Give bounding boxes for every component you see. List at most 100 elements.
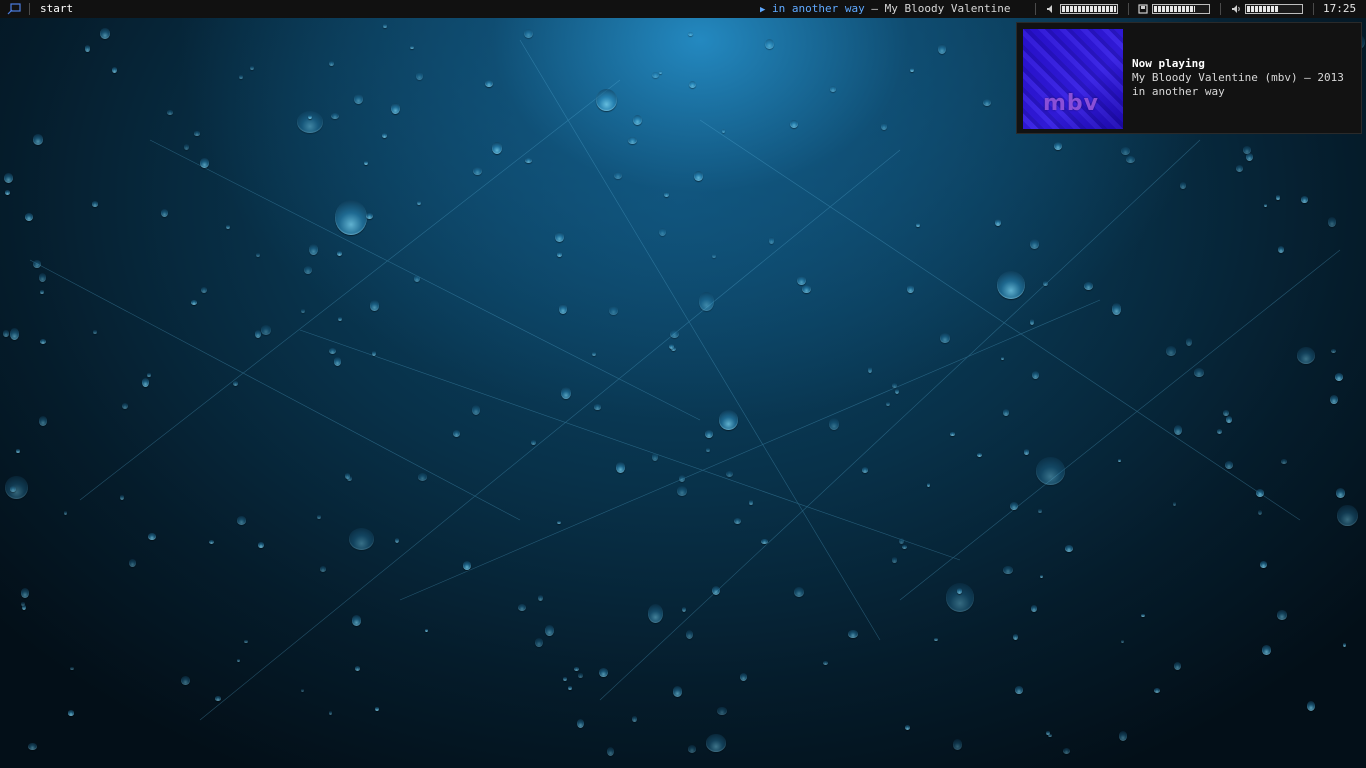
- raindrop: [28, 743, 37, 751]
- raindrop: [1276, 195, 1280, 200]
- raindrop: [1003, 409, 1009, 416]
- raindrop: [561, 387, 571, 400]
- raindrop: [1262, 645, 1271, 655]
- speaker-level-bar: [1060, 4, 1118, 14]
- raindrop: [1264, 204, 1268, 207]
- raindrop: [347, 476, 352, 481]
- raindrop: [1236, 165, 1243, 172]
- now-playing-widget[interactable]: ▶ in another way – My Bloody Valentine: [760, 0, 1010, 19]
- raindrop: [92, 201, 98, 207]
- raindrop: [1297, 347, 1315, 364]
- raindrop: [616, 462, 626, 473]
- raindrop: [167, 110, 173, 116]
- raindrop: [892, 557, 897, 563]
- raindrop: [712, 254, 717, 258]
- raindrop: [352, 615, 362, 626]
- raindrop: [916, 223, 921, 227]
- raindrop: [997, 271, 1025, 300]
- raindrop: [215, 696, 221, 702]
- bar-separator: [1220, 3, 1221, 15]
- raindrop: [93, 330, 97, 335]
- raindrop: [628, 137, 637, 145]
- raindrop: [194, 131, 200, 136]
- raindrop: [5, 476, 28, 500]
- raindrop: [1001, 357, 1005, 360]
- notification-track-line: in another way: [1132, 85, 1225, 98]
- raindrop: [983, 99, 991, 107]
- raindrop: [10, 486, 17, 492]
- raindrop: [64, 511, 68, 515]
- raindrop: [21, 588, 29, 598]
- raindrop: [239, 75, 243, 80]
- raindrop: [492, 142, 502, 154]
- raindrop: [531, 440, 536, 445]
- clock[interactable]: 17:25: [1323, 0, 1356, 18]
- raindrop: [632, 716, 637, 722]
- raindrop: [592, 352, 596, 356]
- raindrop: [237, 659, 240, 662]
- raindrop: [1032, 371, 1039, 379]
- notification-album-line: My Bloody Valentine (mbv) – 2013: [1132, 71, 1344, 84]
- raindrop: [244, 640, 248, 644]
- raindrop: [694, 171, 703, 181]
- raindrop: [699, 292, 714, 311]
- raindrop: [1030, 319, 1035, 325]
- album-cover: mbv: [1023, 29, 1123, 129]
- disk-level-bar: [1152, 4, 1210, 14]
- raindrop: [559, 304, 567, 314]
- raindrop: [1277, 610, 1287, 620]
- raindrop: [372, 351, 376, 356]
- raindrop: [1260, 561, 1267, 569]
- raindrop: [881, 123, 887, 130]
- raindrop: [329, 348, 336, 354]
- raindrop: [1226, 416, 1232, 423]
- raindrop: [688, 32, 693, 36]
- raindrop: [848, 630, 858, 639]
- raindrop: [957, 588, 963, 594]
- raindrop: [1301, 196, 1309, 203]
- workspace-tag[interactable]: start: [40, 0, 73, 18]
- raindrop: [1174, 662, 1181, 670]
- disk-icon: [1138, 4, 1148, 14]
- raindrop: [209, 540, 214, 544]
- notification-heading: Now playing: [1132, 57, 1205, 70]
- title-separator: –: [871, 2, 879, 15]
- raindrop: [237, 516, 247, 525]
- raindrop: [1010, 502, 1018, 511]
- raindrop: [525, 158, 532, 164]
- raindrop: [950, 432, 955, 437]
- raindrop: [688, 745, 697, 753]
- raindrop: [1166, 346, 1176, 356]
- raindrop: [334, 357, 341, 366]
- launcher-icon[interactable]: [6, 3, 22, 15]
- raindrop: [39, 416, 48, 426]
- raindrop: [1281, 459, 1287, 465]
- raindrop: [1003, 566, 1013, 575]
- raindrop: [633, 115, 643, 125]
- raindrop: [40, 339, 47, 344]
- raindrop: [1036, 457, 1065, 485]
- raindrop: [953, 739, 963, 750]
- raindrop: [545, 625, 554, 636]
- raindrop: [689, 81, 697, 88]
- raindrop: [418, 473, 428, 481]
- track-artist: My Bloody Valentine: [884, 2, 1011, 15]
- raindrop: [862, 467, 868, 473]
- raindrop: [1343, 643, 1346, 647]
- raindrop: [726, 471, 734, 477]
- raindrop: [129, 559, 136, 567]
- raindrop: [1063, 748, 1071, 754]
- raindrop: [1225, 461, 1234, 469]
- raindrop: [706, 448, 710, 452]
- raindrop: [349, 528, 374, 550]
- raindrop: [557, 252, 563, 257]
- raindrop: [191, 300, 197, 305]
- raindrop: [797, 276, 806, 286]
- raindrop: [1256, 489, 1265, 497]
- now-playing-notification[interactable]: mbv Now playing My Bloody Valentine (mbv…: [1016, 22, 1362, 134]
- raindrop: [1048, 734, 1052, 738]
- raindrop: [790, 120, 798, 128]
- raindrop: [673, 686, 683, 697]
- raindrop: [609, 306, 618, 315]
- raindrop: [320, 566, 327, 572]
